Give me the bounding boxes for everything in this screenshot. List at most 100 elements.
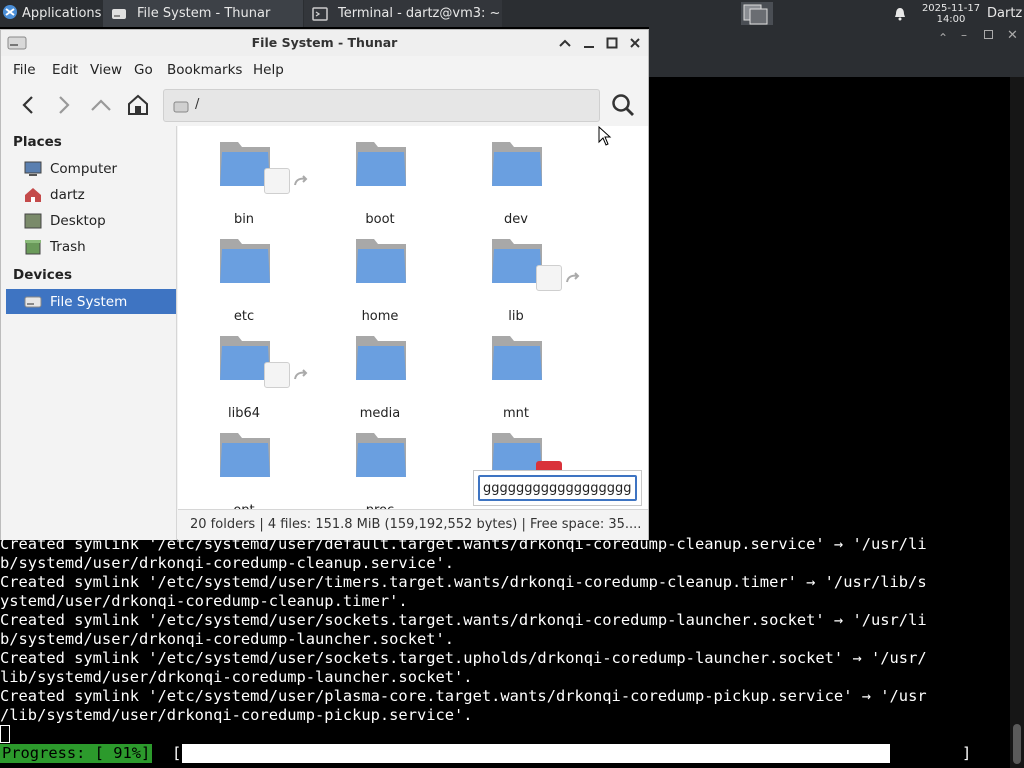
folder-item-lib[interactable]: lib [466, 235, 580, 325]
taskbar-item-label: Terminal - dartz@vm3: ~ [338, 6, 501, 21]
folder-label: dev [504, 212, 528, 227]
sidebar-item-label: Computer [50, 160, 118, 177]
sidebar-item-label: Trash [50, 238, 86, 255]
terminal-minimize-button[interactable]: – [961, 28, 967, 42]
folder-label: etc [233, 309, 255, 324]
terminal-maximize-button[interactable] [984, 30, 993, 39]
terminal-line: ystemd/user/drkonqi-coredump-cleanup.tim… [0, 592, 408, 610]
mouse-cursor-icon [598, 125, 612, 150]
terminal-close-button[interactable]: ✕ [1007, 28, 1018, 43]
taskbar-item-thunar[interactable]: File System - Thunar [103, 0, 303, 27]
sidebar-item-desktop[interactable]: Desktop [6, 208, 176, 233]
home-button[interactable] [125, 92, 151, 118]
taskbar-item-label: File System - Thunar [137, 6, 271, 21]
terminal-scrollbar-thumb[interactable] [1013, 724, 1021, 764]
terminal-text: Created symlink '/etc/systemd/user/defau… [0, 535, 1010, 725]
rename-input[interactable] [478, 475, 637, 501]
folder-icon [356, 433, 406, 477]
progress-bracket-open: [ [172, 744, 182, 762]
terminal-menubar [649, 49, 1024, 77]
sidebar-item-label: Desktop [50, 212, 106, 229]
workspace-switcher[interactable] [739, 0, 775, 27]
folder-item-etc[interactable]: etc [194, 235, 294, 325]
terminal-titlebar[interactable]: ⌃ – ✕ [649, 27, 1024, 49]
maximize-button[interactable] [603, 34, 621, 52]
folder-icon [220, 433, 270, 477]
folder-icon [356, 142, 406, 186]
folder-item-proc[interactable]: proc [330, 429, 430, 509]
folder-item-home[interactable]: home [330, 235, 430, 325]
file-view[interactable]: bin boot dev etc home lib lib64 media mn… [178, 126, 648, 509]
sidebar-item-file-system[interactable]: File System [6, 289, 176, 314]
terminal-icon [312, 6, 328, 21]
folder-label: lib [508, 309, 524, 324]
forward-button[interactable] [51, 92, 77, 118]
close-button[interactable] [626, 34, 644, 52]
terminal-line: b/systemd/user/drkonqi-coredump-cleanup.… [0, 554, 455, 572]
terminal-line: Created symlink '/etc/systemd/user/socke… [0, 611, 927, 629]
folder-item-lib64[interactable]: lib64 [194, 332, 308, 422]
location-path: / [195, 97, 200, 112]
terminal-scrollbar[interactable] [1010, 77, 1024, 768]
sidebar-item-computer[interactable]: Computer [6, 156, 176, 181]
menubar: File Edit View Go Bookmarks Help [1, 56, 648, 84]
desktop-icon [24, 213, 42, 229]
back-button[interactable] [15, 92, 41, 118]
terminal-collapse-button[interactable]: ⌃ [938, 31, 948, 45]
folder-item-boot[interactable]: boot [330, 138, 430, 228]
folder-label: mnt [503, 406, 529, 421]
parent-folder-button[interactable] [88, 92, 114, 118]
folder-label: lib64 [227, 406, 261, 421]
sidebar-item-dartz[interactable]: dartz [6, 182, 176, 207]
menu-edit[interactable]: Edit [52, 62, 78, 78]
location-drive-icon [173, 99, 189, 118]
symlink-badge-icon [264, 168, 308, 194]
menu-bookmarks[interactable]: Bookmarks [167, 62, 242, 78]
progress-bar-fill [182, 744, 890, 763]
symlink-badge-icon [536, 265, 580, 291]
status-bar: 20 folders | 4 files: 151.8 MiB (159,192… [178, 509, 648, 540]
terminal-line: Created symlink '/etc/systemd/user/timer… [0, 573, 927, 591]
top-panel: Applications ≡ File System - Thunar Term… [0, 0, 1024, 27]
sidebar-item-trash[interactable]: Trash [6, 234, 176, 259]
taskbar-item-terminal[interactable]: Terminal - dartz@vm3: ~ [304, 0, 502, 27]
collapse-button[interactable] [556, 34, 574, 52]
folder-icon [356, 239, 406, 283]
sidebar-item-label: dartz [50, 186, 85, 203]
folder-item-bin[interactable]: bin [194, 138, 308, 228]
menu-go[interactable]: Go [134, 62, 153, 78]
applications-label: Applications [22, 6, 102, 21]
window-title: File System - Thunar [251, 35, 398, 50]
xfce-logo-icon [2, 4, 18, 24]
location-bar[interactable]: / [163, 89, 600, 122]
minimize-button[interactable] [580, 34, 598, 52]
progress-bracket-close: ] [962, 744, 972, 762]
applications-menu-button[interactable]: Applications ≡ [0, 0, 115, 27]
trash-icon [24, 239, 42, 255]
clock-date: 2025-11-17 [921, 2, 981, 14]
search-button[interactable] [610, 92, 636, 118]
menu-help[interactable]: Help [253, 62, 284, 78]
drive-icon [111, 7, 127, 21]
folder-item-dev[interactable]: dev [466, 138, 566, 228]
notification-bell-icon[interactable] [893, 0, 909, 27]
clock-time: 14:00 [936, 13, 966, 25]
menu-view[interactable]: View [90, 62, 122, 78]
folder-item-mnt[interactable]: mnt [466, 332, 566, 422]
folder-item-media[interactable]: media [330, 332, 430, 422]
terminal-line: b/systemd/user/drkonqi-coredump-launcher… [0, 630, 455, 648]
home-folder-icon [24, 187, 42, 203]
progress-bar [182, 744, 960, 763]
progress-label: Progress: [ 91%] [0, 744, 153, 763]
thunar-window: File System - Thunar File Edit View Go B… [0, 29, 649, 540]
folder-icon [220, 239, 270, 283]
clock[interactable]: 2025-11-17 14:00 [918, 0, 984, 27]
sidebar-heading-places: Places [13, 134, 62, 150]
folder-label: bin [233, 212, 255, 227]
menu-file[interactable]: File [13, 62, 36, 78]
folder-item-opt[interactable]: opt [194, 429, 294, 509]
user-menu[interactable]: Dartz [987, 0, 1024, 27]
thunar-titlebar[interactable]: File System - Thunar [1, 30, 648, 56]
terminal-line: Created symlink '/etc/systemd/user/plasm… [0, 687, 927, 705]
drive-icon [24, 294, 42, 310]
